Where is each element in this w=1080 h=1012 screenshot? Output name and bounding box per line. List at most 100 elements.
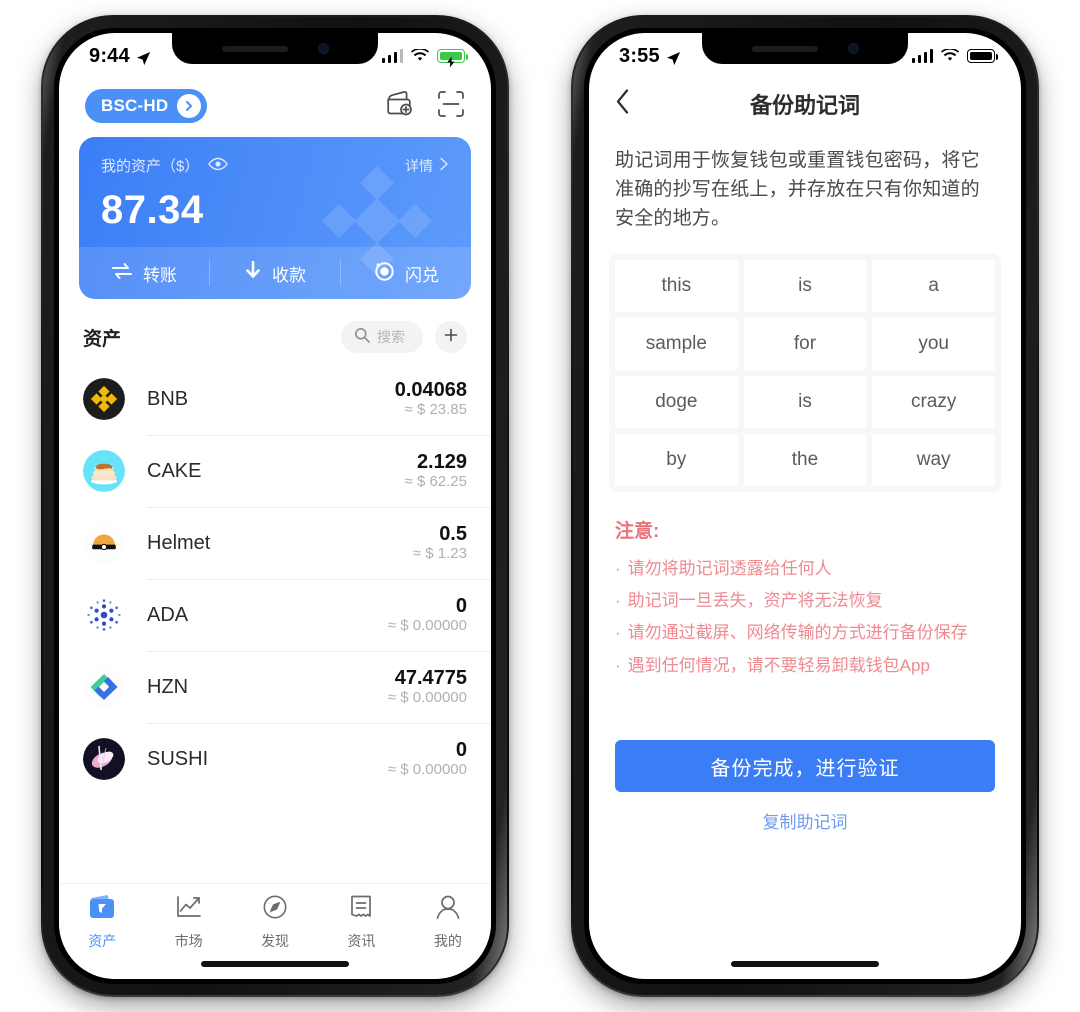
asset-values: 0 ≈ $ 0.00000	[388, 739, 467, 779]
asset-row-hzn[interactable]: HZN 47.4775 ≈ $ 0.00000	[59, 651, 491, 723]
tab-label: 发现	[261, 933, 290, 949]
notice-item-text: 遇到任何情况，请不要轻易卸载钱包App	[627, 655, 930, 675]
wallet-header: BSC-HD	[59, 75, 491, 133]
asset-values: 47.4775 ≈ $ 0.00000	[388, 667, 467, 707]
ada-coin-icon	[83, 594, 125, 636]
phone-screen-wallet: 9:44 BSC-HD 我的资产（$） 详情 87.34 转账 收款 闪兑 资产…	[59, 33, 491, 979]
balance-detail-link[interactable]: 详情	[405, 156, 449, 176]
wallet-icon	[88, 894, 116, 925]
add-token-button[interactable]	[435, 321, 467, 353]
search-icon	[354, 327, 370, 348]
assets-header-controls: 搜索	[341, 321, 467, 353]
bottom-tab-bar: 资产 市场 发现 资讯 我的	[59, 883, 491, 979]
asset-symbol: BNB	[147, 387, 189, 410]
swap-label: 闪兑	[405, 265, 439, 285]
hzn-coin-icon	[83, 666, 125, 708]
balance-card[interactable]: 我的资产（$） 详情 87.34 转账 收款 闪兑	[79, 137, 471, 299]
tab-assets[interactable]: 资产	[59, 894, 145, 951]
wifi-icon	[411, 45, 429, 68]
compass-icon	[261, 894, 289, 925]
asset-symbol: HZN	[147, 675, 189, 698]
description-text: 助记词用于恢复钱包或重置钱包密码，将它准确的抄写在纸上，并存放在只有你知道的安全…	[615, 150, 980, 229]
asset-values: 0 ≈ $ 0.00000	[388, 595, 467, 635]
copy-mnemonic-link[interactable]: 复制助记词	[615, 808, 995, 833]
scan-qr-icon[interactable]	[437, 90, 465, 123]
transfer-label: 转账	[143, 265, 177, 285]
receive-action-button[interactable]: 收款	[210, 247, 340, 299]
mnemonic-word[interactable]: doge	[615, 375, 738, 428]
helmet-coin-icon	[83, 522, 125, 564]
balance-detail-label: 详情	[405, 157, 433, 174]
balance-actions-row: 转账 收款 闪兑	[79, 247, 471, 299]
asset-row-bnb[interactable]: BNB 0.04068 ≈ $ 23.85	[59, 363, 491, 435]
home-indicator[interactable]	[201, 961, 349, 967]
phone-device-left: 9:44 BSC-HD 我的资产（$） 详情 87.34 转账 收款 闪兑 资产…	[41, 15, 509, 997]
notice-item-text: 助记词一旦丢失，资产将无法恢复	[627, 590, 883, 610]
phone-bezel-left: 9:44 BSC-HD 我的资产（$） 详情 87.34 转账 收款 闪兑 资产…	[54, 28, 496, 984]
mnemonic-word[interactable]: is	[743, 259, 867, 312]
footer-actions: 备份完成，进行验证 复制助记词	[589, 740, 1021, 833]
tab-discover[interactable]: 发现	[232, 894, 318, 951]
asset-fiat-value: ≈ $ 0.00000	[387, 761, 467, 778]
mnemonic-word[interactable]: for	[743, 317, 867, 370]
notice-item: · 助记词一旦丢失，资产将无法恢复	[615, 585, 995, 617]
wallet-add-icon[interactable]	[385, 90, 415, 122]
mnemonic-word[interactable]: a	[872, 259, 995, 312]
tab-news[interactable]: 资讯	[318, 894, 404, 951]
mnemonic-word[interactable]: way	[872, 433, 995, 486]
notice-title: 注意:	[615, 520, 660, 542]
asset-symbol: SUSHI	[147, 747, 209, 770]
chevron-left-icon[interactable]	[615, 88, 631, 121]
bullet-icon: ·	[615, 590, 621, 610]
plus-icon	[443, 327, 459, 348]
balance-title-group: 我的资产（$）	[101, 155, 229, 176]
asset-row-cake[interactable]: CAKE 2.129 ≈ $ 62.25	[59, 435, 491, 507]
swap-action-button[interactable]: 闪兑	[341, 247, 471, 299]
mnemonic-word[interactable]: crazy	[872, 375, 995, 428]
status-right-group	[911, 45, 998, 68]
signal-bars-icon	[911, 49, 933, 63]
tab-label: 资产	[88, 933, 117, 949]
page-title: 备份助记词	[749, 93, 860, 118]
transfer-action-button[interactable]: 转账	[79, 247, 209, 299]
mnemonic-word[interactable]: you	[872, 317, 995, 370]
asset-row-helmet[interactable]: Helmet 0.5 ≈ $ 1.23	[59, 507, 491, 579]
chevron-right-icon[interactable]	[177, 94, 202, 118]
mnemonic-word[interactable]: the	[743, 433, 867, 486]
battery-charging-icon	[437, 49, 468, 68]
search-input[interactable]: 搜索	[341, 321, 423, 353]
mnemonic-word[interactable]: sample	[615, 317, 738, 370]
tab-profile[interactable]: 我的	[405, 894, 491, 951]
mnemonic-word[interactable]: by	[615, 433, 738, 486]
mnemonic-word[interactable]: is	[743, 375, 867, 428]
asset-amount: 0.5	[439, 523, 467, 545]
asset-fiat-value: ≈ $ 0.00000	[387, 689, 467, 706]
chevron-right-icon	[439, 157, 449, 174]
asset-fiat-value: ≈ $ 23.85	[404, 401, 467, 418]
phone-bezel-right: 3:55 备份助记词 助记词用于恢复钱包或重置钱包密码，将它准确的抄写在纸上，并…	[584, 28, 1026, 984]
tab-market[interactable]: 市场	[145, 894, 231, 951]
wallet-selector-chip[interactable]: BSC-HD	[85, 89, 208, 123]
asset-amount: 2.129	[416, 451, 467, 473]
balance-card-top: 我的资产（$） 详情 87.34	[79, 137, 471, 247]
tab-label: 资讯	[347, 933, 376, 949]
asset-symbol: Helmet	[147, 531, 211, 554]
assets-section-header: 资产 搜索	[59, 299, 491, 363]
verify-backup-button[interactable]: 备份完成，进行验证	[615, 740, 995, 792]
notice-item-text: 请勿将助记词透露给任何人	[627, 558, 832, 578]
status-time: 9:44	[89, 44, 130, 67]
wifi-icon	[941, 45, 959, 68]
signal-bars-icon	[381, 49, 403, 63]
receive-arrow-down-icon	[244, 260, 262, 285]
bullet-icon: ·	[615, 558, 621, 578]
notice-item-text: 请勿通过截屏、网络传输的方式进行备份保存	[627, 623, 968, 643]
asset-fiat-value: ≈ $ 1.23	[412, 545, 467, 562]
receive-label: 收款	[272, 265, 306, 285]
chart-line-icon	[175, 894, 203, 925]
home-indicator[interactable]	[731, 961, 879, 967]
mnemonic-word[interactable]: this	[615, 259, 738, 312]
eye-icon[interactable]	[208, 157, 229, 175]
cake-coin-icon	[83, 450, 125, 492]
asset-row-ada[interactable]: ADA 0 ≈ $ 0.00000	[59, 579, 491, 651]
asset-row-sushi[interactable]: SUSHI 0 ≈ $ 0.00000	[59, 723, 491, 795]
